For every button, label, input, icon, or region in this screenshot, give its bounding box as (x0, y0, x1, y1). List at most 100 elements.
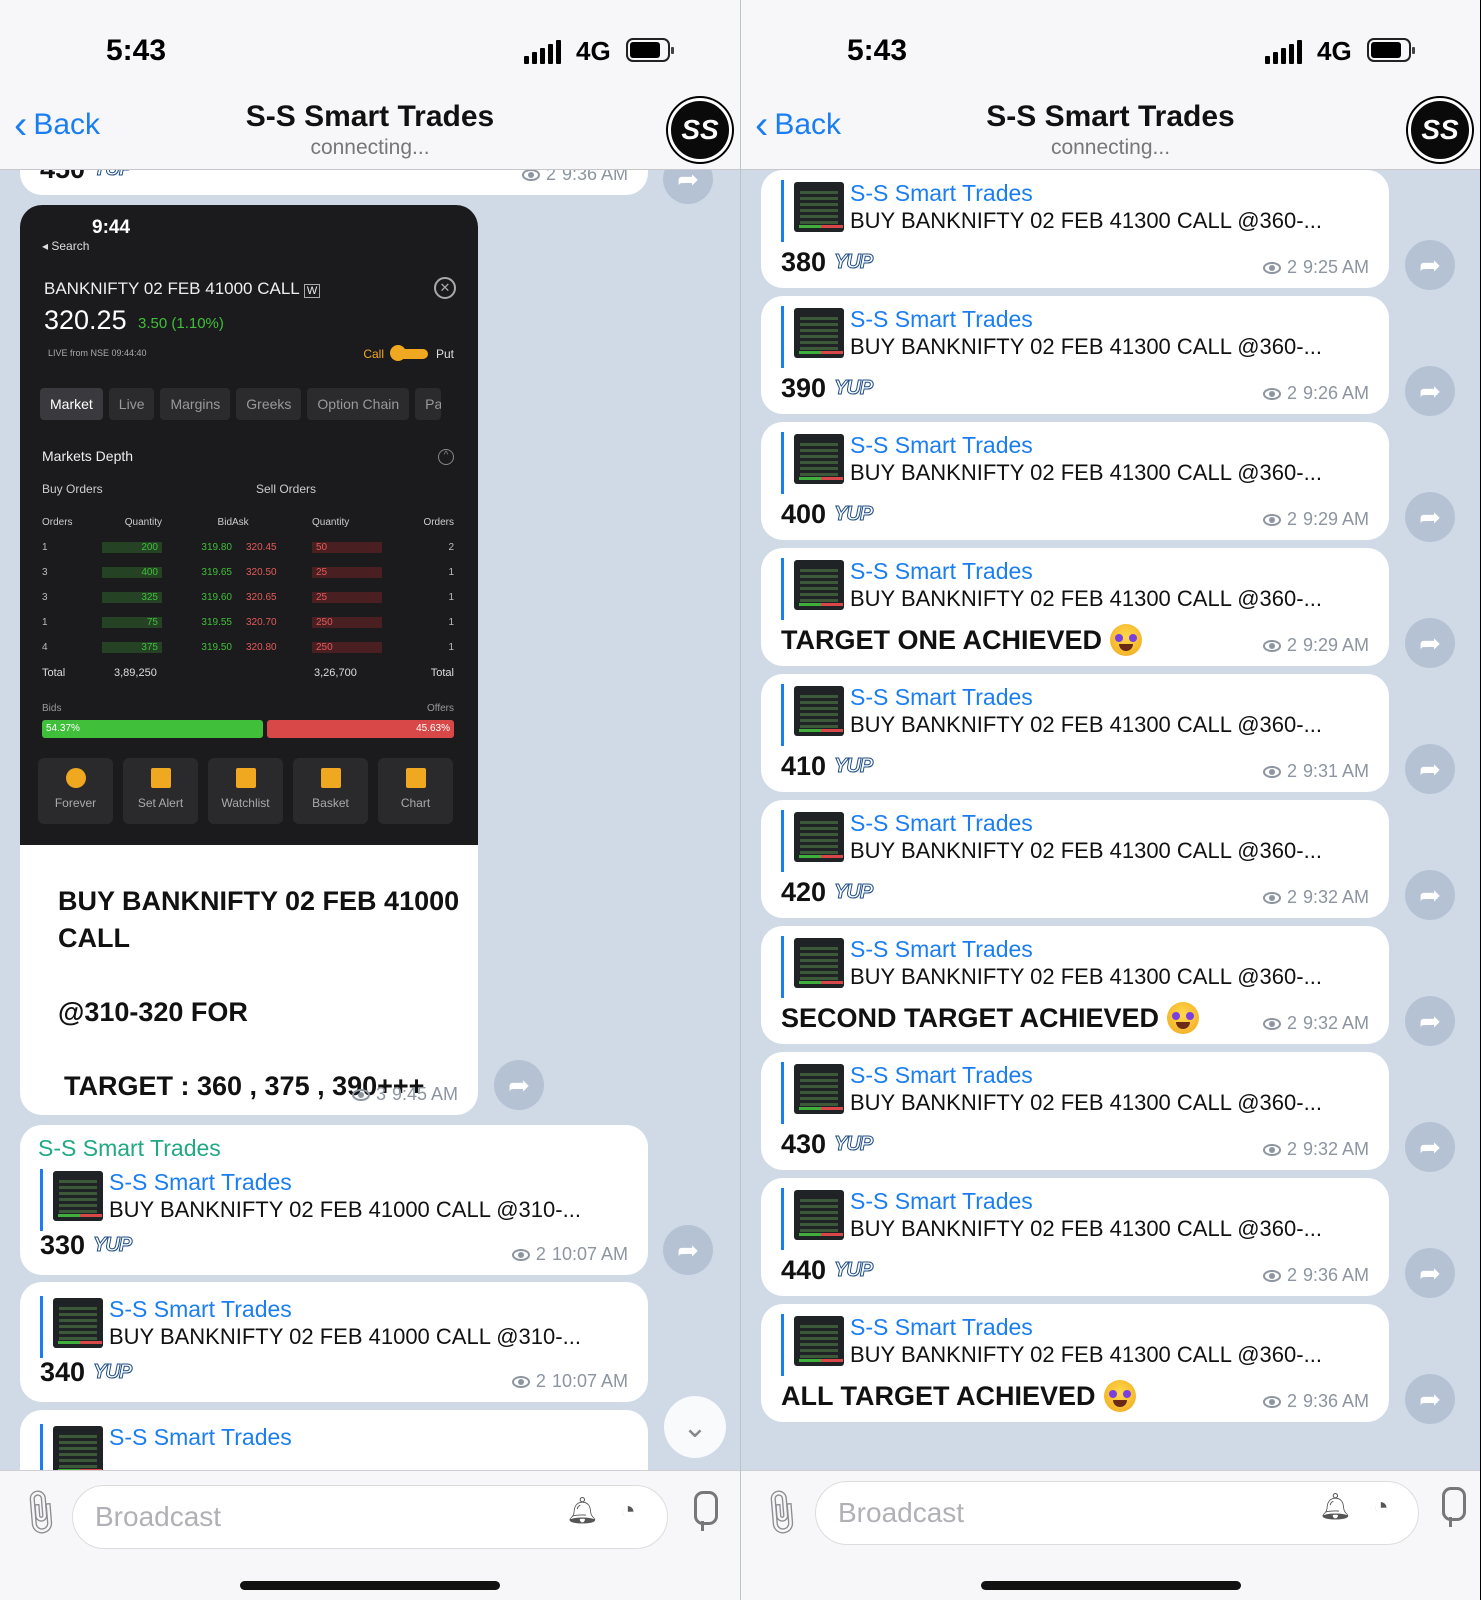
quoted-message[interactable]: S-S Smart Trades BUY BANKNIFTY 02 FEB 41… (781, 558, 1369, 620)
quoted-name: S-S Smart Trades (850, 1314, 1033, 1340)
microphone-icon[interactable] (688, 1489, 718, 1533)
composer-bar: 📎︎ Broadcast 🔔︎ ◔ (741, 1470, 1480, 1600)
timer-icon[interactable]: ◔ (1373, 1491, 1403, 1523)
eye-icon (1262, 639, 1281, 652)
yup-sticker: YUP (93, 1234, 133, 1257)
screenshot-image[interactable]: 9:44 ◂ Search BANKNIFTY 02 FEB 41000 CAL… (20, 205, 478, 845)
channel-title[interactable]: S-S Smart Trades (741, 100, 1480, 134)
quoted-text: BUY BANKNIFTY 02 FEB 41000 CALL @310-... (109, 1197, 581, 1222)
share-icon[interactable]: ➦ (1405, 870, 1455, 920)
reply-message[interactable]: S-S Smart Trades BUY BANKNIFTY 02 FEB 41… (761, 296, 1389, 414)
quoted-message[interactable]: S-S Smart Trades BUY BANKNIFTY 02 FEB 41… (781, 432, 1369, 494)
attach-icon[interactable]: 📎︎ (751, 1484, 810, 1542)
quoted-message[interactable]: S-S Smart Trades BUY BANKNIFTY 02 FEB 41… (781, 1062, 1369, 1124)
quoted-name: S-S Smart Trades (850, 810, 1033, 836)
reply-message[interactable]: S-S Smart Trades BUY BANKNIFTY 02 FEB 41… (761, 1178, 1389, 1296)
share-icon[interactable]: ➦ (663, 170, 713, 204)
shot-tabs: MarketLiveMarginsGreeksOption ChainPay (40, 388, 442, 420)
channel-title[interactable]: S-S Smart Trades (0, 100, 740, 134)
shot-tab: Greeks (236, 388, 302, 420)
quoted-message[interactable]: S-S Smart Trades BUY BANKNIFTY 02 FEB 41… (781, 1188, 1369, 1250)
quoted-message[interactable]: S-S Smart Trades BUY BANKNIFTY 02 FEB 41… (40, 1169, 628, 1231)
message-value: 410 (781, 751, 827, 781)
share-icon[interactable]: ➦ (1405, 1374, 1455, 1424)
message-time: 9:29 AM (1302, 509, 1369, 529)
microphone-icon[interactable] (1436, 1485, 1466, 1529)
eye-icon (1262, 261, 1281, 274)
reply-message[interactable]: S-S Smart Trades BUY BANKNIFTY 02 FEB 41… (761, 1052, 1389, 1170)
quoted-message[interactable]: S-S Smart Trades (40, 1424, 628, 1470)
quoted-text: BUY BANKNIFTY 02 FEB 41300 CALL @360-... (850, 964, 1322, 989)
share-icon[interactable]: ➦ (1405, 492, 1455, 542)
share-icon[interactable]: ➦ (1405, 618, 1455, 668)
quoted-text: BUY BANKNIFTY 02 FEB 41300 CALL @360-... (850, 586, 1322, 611)
totals-row: Total 3,89,250 3,26,700 Total (42, 667, 454, 679)
yup-sticker: YUP (834, 1133, 874, 1156)
quoted-message[interactable]: S-S Smart Trades BUY BANKNIFTY 02 FEB 41… (781, 180, 1369, 242)
sender-name[interactable]: S-S Smart Trades (38, 1135, 221, 1162)
share-icon[interactable]: ➦ (1405, 240, 1455, 290)
quoted-name: S-S Smart Trades (850, 1062, 1033, 1088)
message-feed[interactable]: 450 YUP 2 9:36 AM ➦ 9:44 ◂ Search BANKNIFT… (0, 170, 740, 1470)
message-value: TARGET ONE ACHIEVED (781, 624, 1103, 655)
quoted-text: BUY BANKNIFTY 02 FEB 41300 CALL @360-... (850, 712, 1322, 737)
thumbnail-image (794, 308, 844, 358)
status-time: 5:43 (847, 34, 908, 67)
channel-avatar[interactable]: SS (1408, 98, 1472, 162)
quoted-message[interactable]: S-S Smart Trades BUY BANKNIFTY 02 FEB 41… (40, 1296, 628, 1358)
reply-message[interactable]: S-S Smart Trades BUY BANKNIFTY 02 FEB 41… (761, 548, 1389, 666)
share-icon[interactable]: ➦ (1405, 996, 1455, 1046)
thumbnail-image (794, 1064, 844, 1114)
message-time: 9:32 AM (1302, 1013, 1369, 1033)
yup-sticker: YUP (93, 1361, 133, 1384)
reply-message[interactable]: S-S Smart Trades BUY BANKNIFTY 02 FEB 41… (761, 422, 1389, 540)
reply-message[interactable]: S-S Smart Trades BUY BANKNIFTY 02 FEB 41… (761, 1304, 1389, 1422)
message-time: 9:32 AM (1302, 1139, 1369, 1159)
depth-header: Quantity (312, 517, 350, 528)
network-label: 4G (1317, 36, 1352, 66)
reply-message[interactable]: S-S Smart Trades S-S Smart Trades BUY BA… (20, 1125, 648, 1275)
collapse-icon: ^ (438, 449, 454, 465)
share-icon[interactable]: ➦ (1405, 1122, 1455, 1172)
view-count: 2 (1286, 1265, 1297, 1285)
bell-icon[interactable]: 🔔︎ (1319, 1491, 1352, 1523)
quoted-text: BUY BANKNIFTY 02 FEB 41300 CALL @360-... (850, 460, 1322, 485)
quoted-name: S-S Smart Trades (850, 306, 1033, 332)
quoted-message[interactable]: S-S Smart Trades BUY BANKNIFTY 02 FEB 41… (781, 1314, 1369, 1376)
timer-icon[interactable]: ◔ (620, 1495, 650, 1527)
reply-message[interactable]: S-S Smart Trades (20, 1410, 648, 1470)
attach-icon[interactable]: 📎︎ (10, 1484, 69, 1542)
scroll-down-button[interactable]: ⌄ (664, 1396, 726, 1458)
shot-title: BANKNIFTY 02 FEB 41000 CALL W (44, 279, 321, 299)
message-bubble[interactable]: 450 YUP 2 9:36 AM (20, 170, 648, 195)
shot-change: 3.50 (1.10%) (138, 315, 224, 332)
view-count: 2 (545, 170, 556, 184)
quoted-message[interactable]: S-S Smart Trades BUY BANKNIFTY 02 FEB 41… (781, 684, 1369, 746)
share-icon[interactable]: ➦ (1405, 1248, 1455, 1298)
share-icon[interactable]: ➦ (494, 1060, 544, 1110)
reply-message[interactable]: S-S Smart Trades BUY BANKNIFTY 02 FEB 41… (761, 674, 1389, 792)
quoted-message[interactable]: S-S Smart Trades BUY BANKNIFTY 02 FEB 41… (781, 306, 1369, 368)
channel-subtitle: connecting... (310, 136, 430, 159)
quoted-message[interactable]: S-S Smart Trades BUY BANKNIFTY 02 FEB 41… (781, 936, 1369, 998)
shot-action-basket: Basket (293, 758, 368, 824)
quoted-name: S-S Smart Trades (850, 432, 1033, 458)
depth-header: Orders (423, 517, 454, 528)
quoted-message[interactable]: S-S Smart Trades BUY BANKNIFTY 02 FEB 41… (781, 810, 1369, 872)
message-time: 9:36 AM (1302, 1391, 1369, 1411)
share-icon[interactable]: ➦ (1405, 366, 1455, 416)
reply-message[interactable]: S-S Smart Trades BUY BANKNIFTY 02 FEB 41… (761, 170, 1389, 288)
reply-message[interactable]: S-S Smart Trades BUY BANKNIFTY 02 FEB 41… (20, 1282, 648, 1402)
thumbnail-image (53, 1298, 103, 1348)
bell-icon[interactable]: 🔔︎ (566, 1495, 599, 1527)
signal-line: BUY BANKNIFTY 02 FEB 41000 (58, 886, 460, 916)
reply-message[interactable]: S-S Smart Trades BUY BANKNIFTY 02 FEB 41… (761, 800, 1389, 918)
signal-message[interactable]: 9:44 ◂ Search BANKNIFTY 02 FEB 41000 CAL… (20, 205, 478, 1115)
message-feed[interactable]: S-S Smart Trades BUY BANKNIFTY 02 FEB 41… (741, 170, 1480, 1470)
share-icon[interactable]: ➦ (663, 1225, 713, 1275)
reply-message[interactable]: S-S Smart Trades BUY BANKNIFTY 02 FEB 41… (761, 926, 1389, 1044)
share-icon[interactable]: ➦ (1405, 744, 1455, 794)
view-count: 2 (1286, 509, 1297, 529)
channel-avatar[interactable]: SS (668, 98, 732, 162)
message-value: 450 (40, 170, 85, 185)
